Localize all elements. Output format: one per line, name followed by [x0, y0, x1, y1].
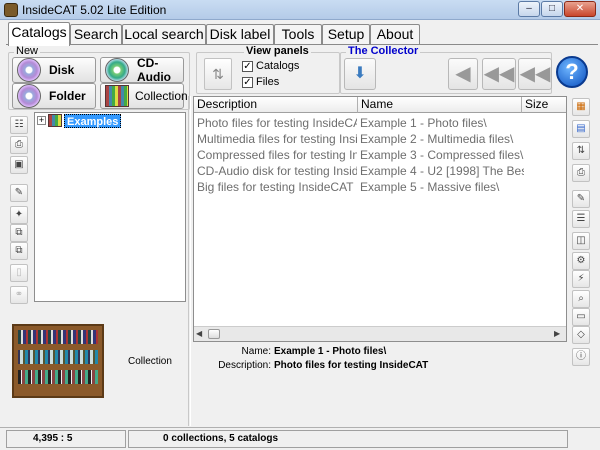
detail-description-value: Photo files for testing InsideCAT [274, 360, 429, 371]
files-table[interactable]: Description Name Size Photo files for te… [193, 96, 567, 342]
scroll-right-icon[interactable]: ▶ [554, 329, 560, 338]
column-header-description[interactable]: Description [194, 97, 358, 113]
detail-description-label: Description: [218, 360, 271, 371]
table-row[interactable]: Multimedia files for testing InsideCAT E… [194, 131, 566, 147]
new-cdaudio-button[interactable]: CD-Audio [100, 56, 184, 84]
collection-image [12, 324, 104, 398]
cd-audio-icon [105, 58, 129, 82]
table-row[interactable]: Compressed files for testing InsideCAT E… [194, 147, 566, 163]
new-group-label: New [14, 45, 41, 57]
status-divider [0, 427, 600, 428]
tree-node-examples[interactable]: Examples [64, 114, 122, 128]
edit-icon[interactable]: ✎ [10, 184, 28, 202]
close-button[interactable]: ✕ [564, 1, 596, 17]
new-disk-button[interactable]: Disk [12, 57, 96, 83]
folder-disc-icon [17, 84, 41, 108]
settings-icon[interactable]: ⚙ [572, 252, 590, 270]
table-row[interactable]: Big files for testing InsideCAT Example … [194, 179, 566, 195]
detail-name-value: Example 1 - Photo files\ [274, 346, 387, 357]
tag-icon[interactable]: ◇ [572, 326, 590, 344]
cell-description: CD-Audio disk for testing InsideCAT [197, 164, 357, 178]
tab-setup[interactable]: Setup [322, 24, 370, 44]
app-icon [4, 3, 18, 17]
grid-view-icon[interactable]: ▤ [572, 120, 590, 138]
disk-icon [17, 58, 41, 82]
tree-expander[interactable]: + [37, 116, 46, 125]
cell-name: Example 3 - Compressed files\ [360, 148, 524, 162]
paste-icon[interactable]: ⧉ [10, 242, 28, 260]
column-header-size[interactable]: Size [522, 97, 566, 113]
new-collection-label: Collection [135, 89, 188, 103]
files-checkbox-label: Files [256, 76, 280, 88]
cell-description: Photo files for testing InsideCAT [197, 116, 357, 130]
tab-local-search[interactable]: Local search [122, 24, 206, 44]
save-icon[interactable]: ▣ [10, 156, 28, 174]
table-row[interactable]: Photo files for testing InsideCAT Exampl… [194, 115, 566, 131]
maximize-button[interactable]: □ [541, 1, 563, 17]
help-button[interactable]: ? [556, 56, 588, 88]
catalogs-checkbox[interactable]: ✓ [242, 61, 253, 72]
tree-view-icon[interactable]: ☷ [10, 116, 28, 134]
properties-icon[interactable]: ☰ [572, 210, 590, 228]
bookshelf-icon [105, 85, 129, 107]
new-folder-button[interactable]: Folder [12, 83, 96, 109]
catalogs-checkbox-label: Catalogs [256, 60, 300, 72]
scroll-left-icon[interactable]: ◀ [196, 329, 202, 338]
detail-name-label: Name: [241, 346, 271, 357]
cell-description: Big files for testing InsideCAT [197, 180, 354, 194]
archive-icon[interactable]: ▭ [572, 308, 590, 326]
cell-name: Example 5 - Massive files\ [360, 180, 500, 194]
cell-description: Multimedia files for testing InsideCAT [197, 132, 357, 146]
star-icon[interactable]: ✦ [10, 206, 28, 224]
flash-icon[interactable]: ⚡ [572, 270, 590, 288]
collector-back-button[interactable]: ◀ [448, 58, 478, 90]
info-icon[interactable]: ⓘ [572, 348, 590, 366]
table-row[interactable]: CD-Audio disk for testing InsideCAT Exam… [194, 163, 566, 179]
panel-splitter[interactable] [188, 96, 191, 426]
collector-export-button[interactable]: ⬇ [344, 58, 376, 90]
cell-description: Compressed files for testing InsideCAT [197, 148, 357, 162]
title-bar: InsideCAT 5.02 Lite Edition [0, 0, 600, 20]
collector-label: The Collector [346, 45, 421, 57]
catalog-tree[interactable]: + Examples [34, 112, 186, 302]
status-position: 4,395 : 5 [6, 430, 126, 448]
disk-info-icon[interactable]: ◫ [572, 232, 590, 250]
new-cdaudio-label: CD-Audio [137, 56, 171, 84]
cell-name: Example 2 - Multimedia files\ [360, 132, 514, 146]
print-files-icon[interactable]: ⎙ [572, 164, 590, 182]
tab-tools[interactable]: Tools [274, 24, 322, 44]
horizontal-scrollbar[interactable]: ◀ ▶ [194, 326, 566, 341]
tab-catalogs[interactable]: Catalogs [8, 22, 70, 46]
tab-search[interactable]: Search [70, 24, 122, 44]
new-collection-button[interactable]: Collection [100, 83, 188, 109]
window-title: InsideCAT 5.02 Lite Edition [22, 3, 167, 17]
edit-file-icon[interactable]: ✎ [572, 190, 590, 208]
cell-name: Example 1 - Photo files\ [360, 116, 487, 130]
files-checkbox[interactable]: ✓ [242, 77, 253, 88]
new-disk-label: Disk [49, 63, 75, 77]
clipboard-icon[interactable]: ▯ [10, 264, 28, 282]
panel-layout-icon: ⇅ [204, 58, 232, 90]
collector-back-double-button[interactable]: ◀◀ [482, 58, 516, 90]
cell-name: Example 4 - U2 [1998] The Best of [360, 164, 524, 178]
calendar-icon[interactable]: ▦ [572, 98, 590, 116]
link-icon[interactable]: ⚭ [10, 286, 28, 304]
view-panels-label: View panels [244, 45, 311, 57]
tab-disk-label[interactable]: Disk label [206, 24, 274, 44]
collection-label: Collection [128, 356, 172, 367]
collector-back-triple-button[interactable]: ◀◀ [518, 58, 552, 90]
status-summary: 0 collections, 5 catalogs [128, 430, 568, 448]
search-file-icon[interactable]: ⌕ [572, 290, 590, 308]
minimize-button[interactable]: – [518, 1, 540, 17]
tab-about[interactable]: About [370, 24, 420, 44]
new-folder-label: Folder [49, 89, 86, 103]
sort-icon[interactable]: ⇅ [572, 142, 590, 160]
column-header-name[interactable]: Name [358, 97, 522, 113]
print-icon[interactable]: ⎙ [10, 136, 28, 154]
scroll-thumb[interactable] [208, 329, 220, 339]
collection-node-icon [48, 114, 62, 127]
copy-icon[interactable]: ⧉ [10, 224, 28, 242]
